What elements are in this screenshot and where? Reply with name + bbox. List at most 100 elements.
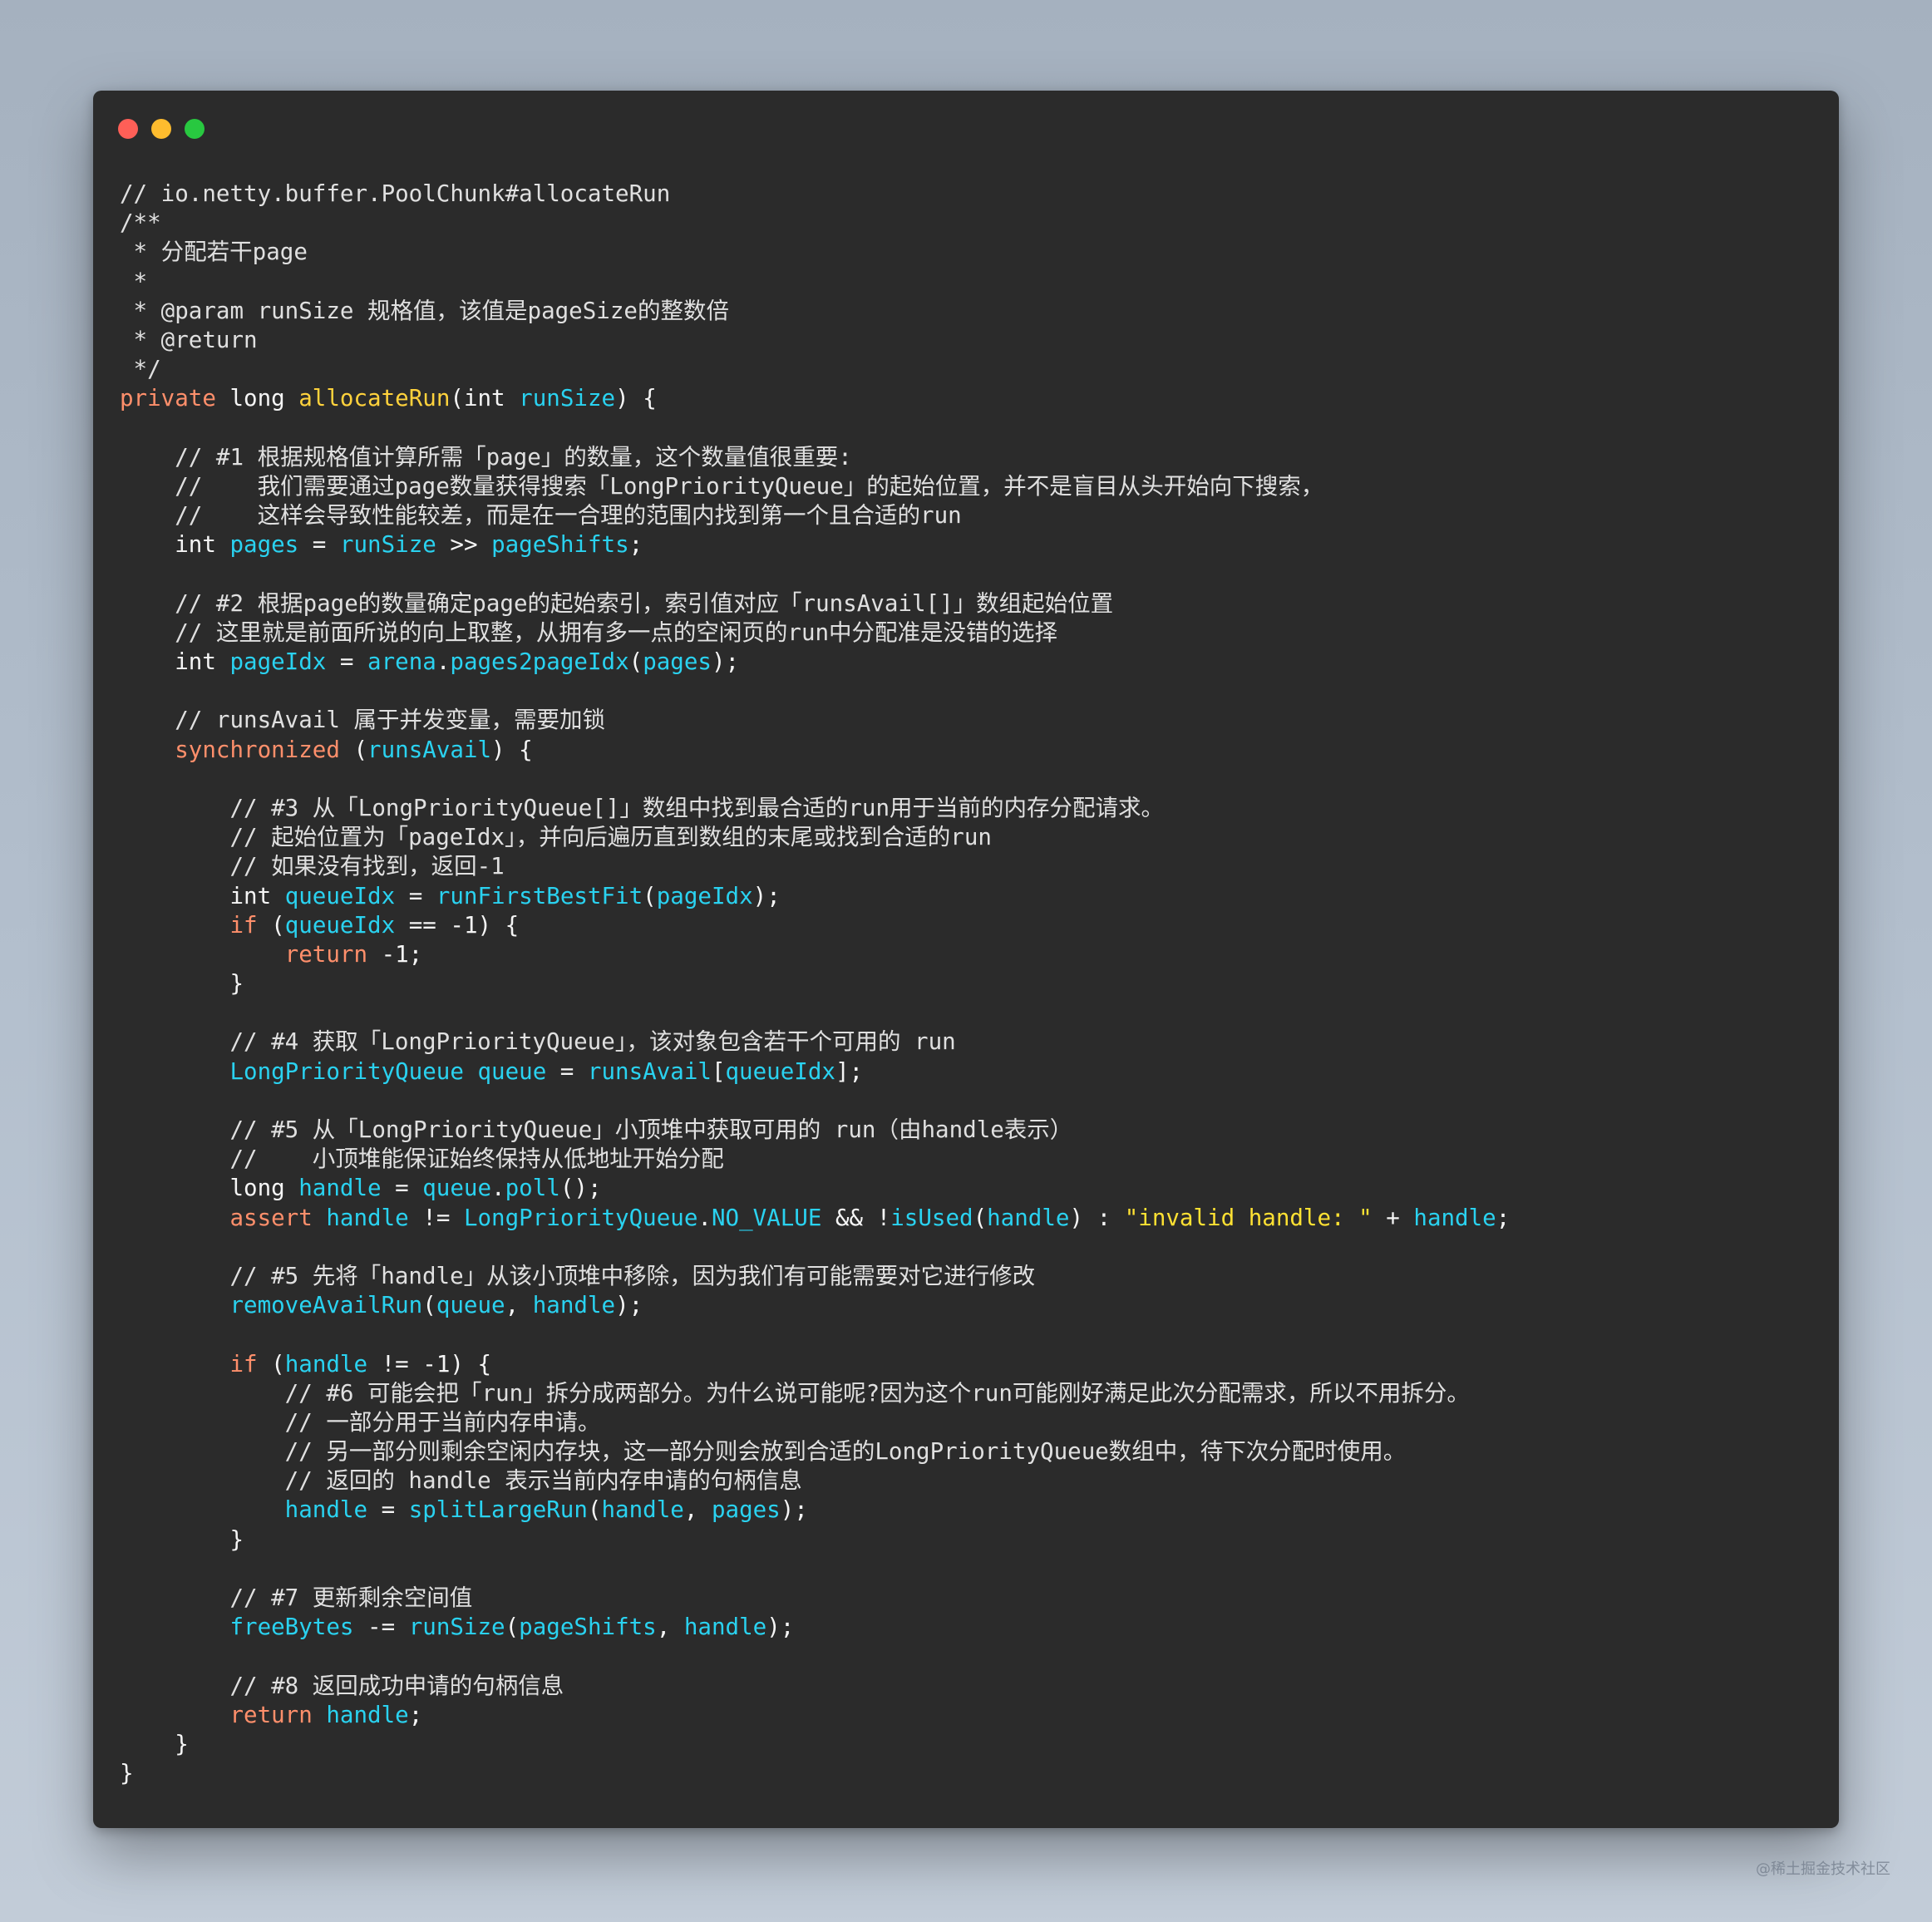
code-token: isUsed <box>890 1204 973 1231</box>
code-token: handle <box>532 1292 616 1319</box>
code-token: + <box>1372 1204 1414 1231</box>
code-token: runSize <box>339 531 436 559</box>
code-line: // 一部分用于当前内存申请。 <box>120 1408 1822 1437</box>
watermark: @稀土掘金技术社区 <box>1756 1860 1890 1878</box>
code-token: } <box>120 1760 134 1787</box>
code-line: } <box>120 1759 1822 1788</box>
code-token: // 起始位置为「pageIdx」，并向后遍历直到数组的末尾或找到合适的run <box>120 824 992 851</box>
code-token: ( <box>505 1614 520 1641</box>
code-line: // #1 根据规格值计算所需「page」的数量，这个数量值很重要: <box>120 443 1822 472</box>
code-line: * @param runSize 规格值，该值是pageSize的整数倍 <box>120 297 1822 326</box>
code-token: poll <box>505 1175 560 1202</box>
code-token: // #5 从「LongPriorityQueue」小顶堆中获取可用的 run（… <box>120 1116 1073 1143</box>
code-token: removeAvailRun <box>120 1292 423 1319</box>
code-token: // 如果没有找到，返回-1 <box>120 853 505 880</box>
code-token: -1; <box>367 940 423 968</box>
minimize-window-button[interactable] <box>151 119 171 139</box>
code-token: // #4 获取「LongPriorityQueue」，该对象包含若干个可用的 … <box>120 1028 956 1056</box>
code-token: (); <box>559 1175 602 1202</box>
code-line: // #5 先将「handle」从该小顶堆中移除，因为我们有可能需要对它进行修改 <box>120 1262 1822 1291</box>
code-token: pages2pageIdx <box>450 648 629 675</box>
code-token: ( <box>628 648 643 675</box>
code-line: removeAvailRun(queue, handle); <box>120 1291 1822 1320</box>
code-token: handle <box>1413 1204 1496 1231</box>
code-token: ]; <box>835 1057 864 1085</box>
code-token: // 我们需要通过page数量获得搜索「LongPriorityQueue」的起… <box>120 472 1324 500</box>
code-token: if <box>120 1350 258 1377</box>
code-line: * 分配若干page <box>120 238 1822 267</box>
code-token: = <box>298 531 340 559</box>
code-token: . <box>436 648 451 675</box>
code-token: // 返回的 handle 表示当前内存申请的句柄信息 <box>120 1467 802 1495</box>
code-token: // 这样会导致性能较差，而是在一合理的范围内找到第一个且合适的run <box>120 502 962 530</box>
code-token: handle <box>326 1701 409 1728</box>
code-token: * @return <box>120 326 258 353</box>
code-token: int <box>120 531 230 559</box>
code-token: handle <box>298 1175 382 1202</box>
code-token: synchronized <box>120 736 340 763</box>
code-token: queue <box>436 1292 505 1319</box>
code-token: if <box>120 911 258 939</box>
zoom-window-button[interactable] <box>185 119 205 139</box>
code-token: ) { <box>491 736 533 763</box>
code-token: } <box>120 970 244 998</box>
code-token: && ! <box>821 1204 891 1231</box>
code-token: ; <box>628 531 643 559</box>
code-token: = <box>326 648 368 675</box>
code-token: ); <box>615 1292 643 1319</box>
code-token: ( <box>450 385 464 412</box>
code-token: * 分配若干page <box>120 239 308 266</box>
code-token: ) { <box>615 385 657 412</box>
close-window-button[interactable] <box>118 119 138 139</box>
code-line: // 这样会导致性能较差，而是在一合理的范围内找到第一个且合适的run <box>120 501 1822 530</box>
code-token: handle <box>601 1496 684 1524</box>
code-token: NO_VALUE <box>711 1204 822 1231</box>
code-block: // io.netty.buffer.PoolChunk#allocateRun… <box>120 180 1822 1788</box>
code-token: queue <box>422 1175 492 1202</box>
code-token: // #8 返回成功申请的句柄信息 <box>120 1672 564 1699</box>
code-line: // 这里就是前面所说的向上取整，从拥有多一点的空闲页的run中分配准是没错的选… <box>120 618 1822 648</box>
code-line: private long allocateRun(int runSize) { <box>120 384 1822 413</box>
code-token: . <box>697 1204 712 1231</box>
code-token: ; <box>408 1701 423 1728</box>
code-token: return <box>120 1701 313 1728</box>
code-line: // #3 从「LongPriorityQueue[]」数组中找到最合适的run… <box>120 794 1822 823</box>
code-token: == -1) { <box>395 911 520 939</box>
code-token: long <box>120 1175 299 1202</box>
code-token: pageShifts <box>491 531 629 559</box>
code-token: // #1 根据规格值计算所需「page」的数量，这个数量值很重要: <box>120 443 852 471</box>
code-token: freeBytes <box>120 1614 354 1641</box>
code-token: >> <box>436 531 492 559</box>
code-token: long <box>215 385 299 412</box>
code-token: // #6 可能会把「run」拆分成两部分。为什么说可能呢?因为这个run可能刚… <box>120 1379 1470 1407</box>
code-line: long handle = queue.poll(); <box>120 1174 1822 1203</box>
code-line: int pageIdx = arena.pages2pageIdx(pages)… <box>120 648 1822 677</box>
code-line: // #5 从「LongPriorityQueue」小顶堆中获取可用的 run（… <box>120 1116 1822 1145</box>
code-line: // io.netty.buffer.PoolChunk#allocateRun <box>120 180 1822 209</box>
code-token: handle <box>683 1614 767 1641</box>
code-token: ( <box>587 1496 602 1524</box>
code-line: if (handle != -1) { <box>120 1350 1822 1379</box>
code-token: handle <box>987 1204 1070 1231</box>
code-token: . <box>491 1175 505 1202</box>
code-token: /** <box>120 209 161 237</box>
window-titlebar <box>93 91 1839 165</box>
code-line: } <box>120 969 1822 998</box>
code-token: runsAvail <box>587 1057 712 1085</box>
code-line: // 小顶堆能保证始终保持从低地址开始分配 <box>120 1145 1822 1174</box>
code-token: // 一部分用于当前内存申请。 <box>120 1408 601 1436</box>
code-token: -= <box>353 1614 409 1641</box>
code-token: * <box>120 268 148 295</box>
code-token: ( <box>339 736 368 763</box>
code-token: != -1) { <box>367 1350 492 1377</box>
code-line: // #6 可能会把「run」拆分成两部分。为什么说可能呢?因为这个run可能刚… <box>120 1379 1822 1408</box>
code-token: pageIdx <box>656 882 753 909</box>
code-token: // 小顶堆能保证始终保持从低地址开始分配 <box>120 1146 724 1173</box>
code-token: ); <box>752 882 781 909</box>
code-token: ( <box>643 882 657 909</box>
